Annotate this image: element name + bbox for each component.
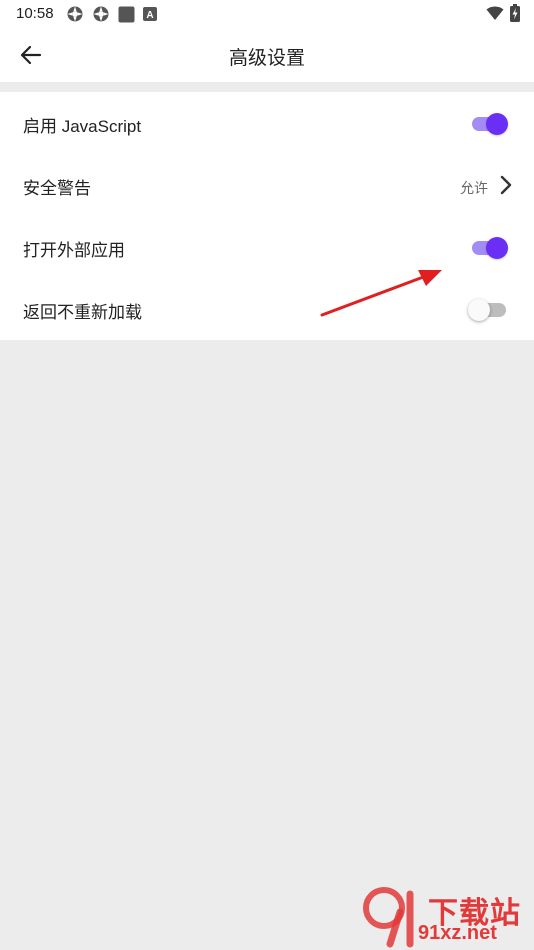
toggle-thumb [468, 299, 490, 321]
annotation-arrow [320, 270, 442, 317]
settings-gear-icon [67, 6, 83, 22]
settings-gear-icon [93, 6, 109, 22]
enable-javascript-toggle[interactable] [470, 112, 508, 135]
toggle-thumb [486, 237, 508, 259]
open-external-apps-toggle[interactable] [470, 236, 508, 259]
status-bar: 10:58 A [0, 0, 534, 28]
watermark-91-logo-icon [363, 887, 414, 948]
setting-label: 返回不重新加载 [23, 303, 142, 322]
section-divider [0, 82, 534, 92]
no-reload-on-back-toggle[interactable] [468, 298, 508, 321]
watermark-logo: 下载站 91xz.net [360, 886, 530, 948]
setting-row-open-external-apps[interactable]: 打开外部应用 [0, 216, 534, 278]
setting-row-no-reload-on-back[interactable]: 返回不重新加载 [0, 278, 534, 340]
setting-row-security-warning[interactable]: 安全警告 允许 [0, 154, 534, 216]
setting-label: 启用 JavaScript [23, 117, 142, 136]
battery-charging-icon [510, 4, 520, 22]
setting-label: 安全警告 [23, 179, 91, 198]
a-notification-icon: A [143, 7, 157, 21]
page-title: 高级设置 [228, 48, 305, 69]
setting-value: 允许 [460, 180, 488, 196]
status-left-icons: A [66, 5, 157, 23]
status-right-icons [486, 4, 520, 22]
watermark-bottom-text: 91xz.net [418, 922, 497, 944]
settings-list: 启用 JavaScript 安全警告 允许 打开外部应用 返回不重新加载 [0, 92, 534, 340]
setting-label: 打开外部应用 [23, 241, 125, 260]
toggle-thumb [486, 113, 508, 135]
status-time: 10:58 [16, 5, 54, 22]
wifi-icon [486, 6, 504, 20]
app-bar: 高级设置 [0, 28, 534, 82]
square-notification-icon [118, 6, 135, 22]
a-icon-letter: A [146, 10, 153, 21]
setting-row-enable-javascript[interactable]: 启用 JavaScript [0, 92, 534, 154]
chevron-right-icon [500, 175, 512, 195]
